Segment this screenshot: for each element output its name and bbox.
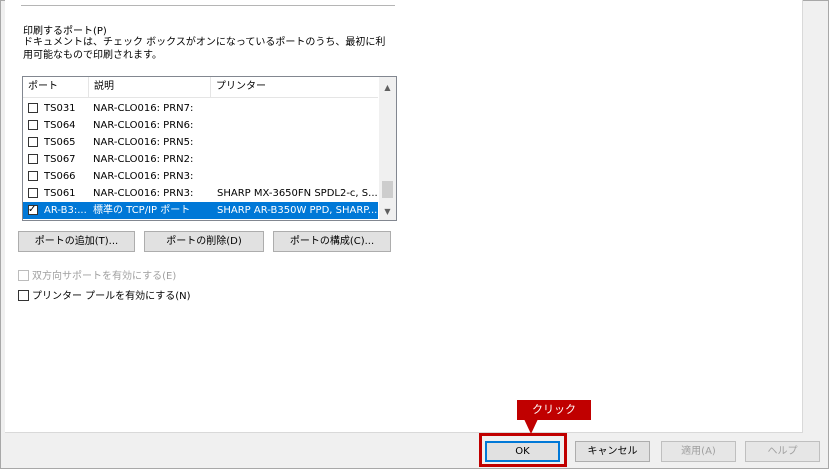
port-name: TS064 — [44, 120, 76, 131]
port-list-header: ポート 説明 プリンター — [23, 77, 378, 98]
port-printer: SHARP AR-B350W PPD, SHARP... — [217, 205, 377, 216]
port-name: AR-B3:... — [44, 205, 87, 216]
port-row[interactable]: TS061 NAR-CLO016: PRN3: SHARP MX-3650FN … — [23, 185, 378, 202]
port-list-scrollbar[interactable]: ▲ ▼ — [379, 77, 396, 220]
printer-pooling-checkbox[interactable] — [18, 290, 29, 301]
scrollbar-thumb[interactable] — [382, 181, 393, 198]
port-name: TS031 — [44, 103, 76, 114]
port-description: NAR-CLO016: PRN3: — [93, 171, 194, 182]
add-port-button[interactable]: ポートの追加(T)... — [18, 231, 135, 252]
port-printer: SHARP MX-3650FN SPDL2-c, S... — [217, 188, 377, 199]
ports-tab-panel: 印刷するポート(P) ドキュメントは、チェック ボックスがオンになっているポート… — [5, 0, 803, 433]
port-row-selected[interactable]: ✓ AR-B3:... 標準の TCP/IP ポート SHARP AR-B350… — [23, 202, 378, 219]
chevron-up-icon[interactable]: ▲ — [379, 79, 396, 96]
checkmark-icon: ✓ — [28, 204, 37, 215]
port-checkbox[interactable] — [28, 120, 38, 130]
ok-highlight-frame — [479, 433, 567, 467]
column-header-description[interactable]: 説明 — [89, 77, 211, 97]
port-row[interactable]: TS031 NAR-CLO016: PRN7: — [23, 100, 378, 117]
bidirectional-support-option: 双方向サポートを有効にする(E) — [18, 270, 176, 283]
port-list-rows: TS031 NAR-CLO016: PRN7: TS064 NAR-CLO016… — [23, 100, 378, 219]
port-name: TS067 — [44, 154, 76, 165]
port-description: 標準の TCP/IP ポート — [93, 205, 191, 216]
port-name: TS061 — [44, 188, 76, 199]
port-name: TS065 — [44, 137, 76, 148]
cancel-button[interactable]: キャンセル — [575, 441, 650, 462]
bidirectional-checkbox — [18, 270, 29, 281]
configure-port-button[interactable]: ポートの構成(C)... — [273, 231, 391, 252]
click-callout: クリック — [517, 400, 591, 420]
column-header-printer[interactable]: プリンター — [211, 77, 378, 97]
help-button: ヘルプ — [745, 441, 820, 462]
port-description: NAR-CLO016: PRN5: — [93, 137, 194, 148]
port-name: TS066 — [44, 171, 76, 182]
ports-section-title: 印刷するポート(P) — [23, 26, 107, 37]
port-description: NAR-CLO016: PRN7: — [93, 103, 194, 114]
callout-pointer — [524, 419, 538, 434]
printer-pooling-option[interactable]: プリンター プールを有効にする(N) — [18, 290, 191, 303]
ports-section-description: ドキュメントは、チェック ボックスがオンになっているポートのうち、最初に利用可能… — [23, 37, 386, 61]
port-list[interactable]: ポート 説明 プリンター TS031 NAR-CLO016: PRN7: TS0… — [22, 76, 397, 221]
port-checkbox-checked[interactable]: ✓ — [28, 204, 38, 215]
column-header-port[interactable]: ポート — [23, 77, 89, 97]
port-checkbox[interactable] — [28, 171, 38, 181]
port-row[interactable]: TS066 NAR-CLO016: PRN3: — [23, 168, 378, 185]
port-checkbox[interactable] — [28, 188, 38, 198]
port-checkbox[interactable] — [28, 137, 38, 147]
port-description: NAR-CLO016: PRN6: — [93, 120, 194, 131]
port-row[interactable]: TS064 NAR-CLO016: PRN6: — [23, 117, 378, 134]
port-description: NAR-CLO016: PRN2: — [93, 154, 194, 165]
printer-pooling-label[interactable]: プリンター プールを有効にする(N) — [32, 291, 191, 302]
bidirectional-label: 双方向サポートを有効にする(E) — [32, 271, 177, 282]
apply-button: 適用(A) — [661, 441, 736, 462]
port-row[interactable]: TS067 NAR-CLO016: PRN2: — [23, 151, 378, 168]
port-description: NAR-CLO016: PRN3: — [93, 188, 194, 199]
chevron-down-icon[interactable]: ▼ — [379, 203, 396, 220]
port-checkbox[interactable] — [28, 154, 38, 164]
delete-port-button[interactable]: ポートの削除(D) — [144, 231, 264, 252]
port-row[interactable]: TS065 NAR-CLO016: PRN5: — [23, 134, 378, 151]
divider — [21, 5, 395, 6]
port-checkbox[interactable] — [28, 103, 38, 113]
